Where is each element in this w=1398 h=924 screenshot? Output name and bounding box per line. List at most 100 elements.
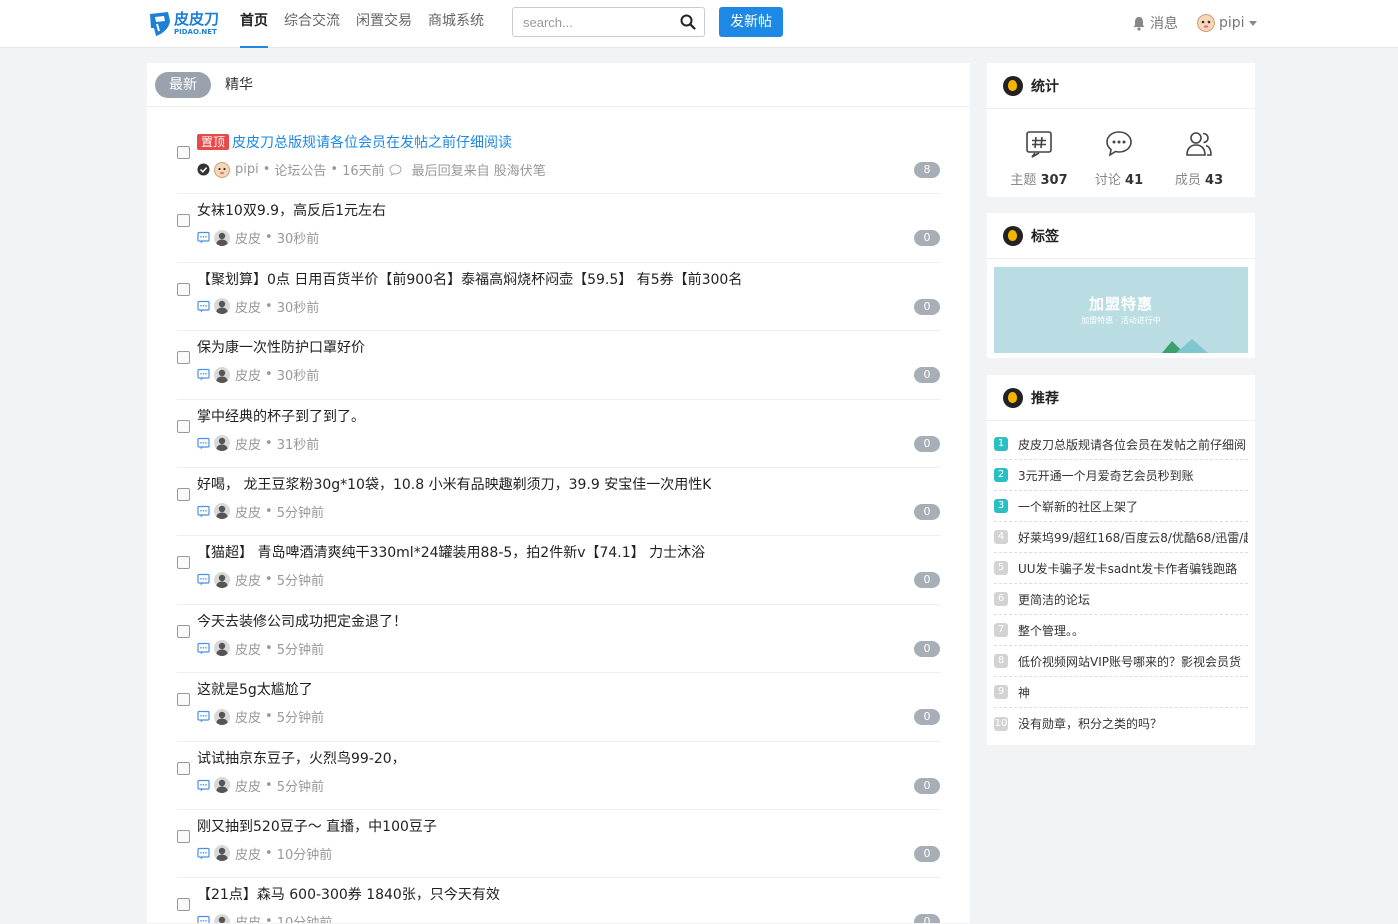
recommended-item[interactable]: 2 3元开通一个月爱奇艺会员秒到账 <box>994 460 1248 491</box>
thread-row[interactable]: 好喝， 龙王豆浆粉30g*10袋，10.8 小米有品映趣剃须刀，39.9 安宝佳… <box>177 468 940 537</box>
recommended-item[interactable]: 7 整个管理。。 <box>994 615 1248 646</box>
author-avatar[interactable] <box>214 777 230 794</box>
new-post-button[interactable]: 发新帖 <box>719 7 783 37</box>
author-avatar[interactable] <box>214 845 230 862</box>
stat-topics[interactable]: 主题 307 <box>999 129 1079 195</box>
nav-shop[interactable]: 商城系统 <box>428 0 484 48</box>
thread-row[interactable]: 保为康一次性防护口罩好价 皮皮 • 30秒前 0 <box>177 331 940 400</box>
thread-checkbox[interactable] <box>177 214 190 228</box>
search-input[interactable] <box>513 8 673 36</box>
thread-checkbox[interactable] <box>177 351 190 365</box>
thread-row[interactable]: 今天去装修公司成功把定金退了！ 皮皮 • 5分钟前 0 <box>177 605 940 674</box>
reply-count-badge: 8 <box>914 162 940 178</box>
thread-author[interactable]: 皮皮 <box>235 365 261 384</box>
author-avatar[interactable] <box>214 571 230 588</box>
thread-row[interactable]: 置顶 皮皮刀总版规请各位会员在发帖之前仔细阅读 pipi • 论坛公告 • 16天前 最后回复… <box>177 126 940 195</box>
thread-title[interactable]: 刚又抽到520豆子～ 直播，中100豆子 <box>197 816 437 836</box>
thread-row[interactable]: 这就是5g太尴尬了 皮皮 • 5分钟前 0 <box>177 673 940 742</box>
thread-checkbox[interactable] <box>177 624 190 638</box>
thread-row[interactable]: 【猫超】 青岛啤酒清爽纯干330ml*24罐装用88-5，拍2件新v【74.1】… <box>177 536 940 605</box>
thread-author[interactable]: 皮皮 <box>235 844 261 863</box>
thread-title[interactable]: 掌中经典的杯子到了到了。 <box>197 406 365 426</box>
thread-row[interactable]: 掌中经典的杯子到了到了。 皮皮 • 31秒前 0 <box>177 400 940 468</box>
thread-title[interactable]: 这就是5g太尴尬了 <box>197 679 313 699</box>
thread-checkbox[interactable] <box>177 898 190 912</box>
author-avatar[interactable] <box>214 708 230 725</box>
thread-checkbox[interactable] <box>177 761 190 775</box>
search-box <box>512 7 705 37</box>
thread-checkbox[interactable] <box>177 693 190 707</box>
recommended-item[interactable]: 6 更简洁的论坛 <box>994 584 1248 615</box>
stat-discussions[interactable]: 讨论 41 <box>1079 129 1159 195</box>
author-avatar[interactable] <box>214 640 230 657</box>
thread-title[interactable]: 置顶 皮皮刀总版规请各位会员在发帖之前仔细阅读 <box>197 132 512 152</box>
author-avatar[interactable] <box>214 298 230 315</box>
author-avatar[interactable] <box>214 161 230 178</box>
author-avatar[interactable] <box>214 503 230 520</box>
tab-featured[interactable]: 精华 <box>211 72 267 98</box>
author-avatar[interactable] <box>214 435 230 452</box>
thread-title[interactable]: 【21点】森马 600-300券 1840张，只今天有效 <box>197 884 500 904</box>
tab-latest[interactable]: 最新 <box>155 71 211 98</box>
thread-checkbox[interactable] <box>177 556 190 570</box>
thread-row[interactable]: 试试抽京东豆子，火烈鸟99-20， 皮皮 • 5分钟前 0 <box>177 742 940 810</box>
recommended-item[interactable]: 3 一个崭新的社区上架了 <box>994 491 1248 522</box>
recommended-item[interactable]: 5 UU发卡骗子发卡sadnt发卡作者骗钱跑路 <box>994 553 1248 584</box>
recommended-item[interactable]: 10 没有勋章，积分之类的吗？ <box>994 708 1248 739</box>
nav-trade[interactable]: 闲置交易 <box>356 0 412 48</box>
recommended-item[interactable]: 1 皮皮刀总版规请各位会员在发帖之前仔细阅 <box>994 429 1248 460</box>
reply-count-badge: 0 <box>914 572 940 589</box>
thread-title[interactable]: 保为康一次性防护口罩好价 <box>197 337 365 357</box>
nav-general[interactable]: 综合交流 <box>284 0 340 48</box>
thread-checkbox[interactable] <box>177 146 190 159</box>
thread-title[interactable]: 试试抽京东豆子，火烈鸟99-20， <box>197 748 406 768</box>
stat-discussions-label: 讨论 <box>1094 173 1121 188</box>
search-icon[interactable] <box>680 14 696 30</box>
thread-title[interactable]: 【猫超】 青岛啤酒清爽纯干330ml*24罐装用88-5，拍2件新v【74.1】… <box>197 542 705 562</box>
stats-header: 统计 <box>987 63 1255 109</box>
thread-title[interactable]: 女袜10双9.9，高反后1元左右 <box>197 200 386 220</box>
recommended-item[interactable]: 8 低价视频网站VIP账号哪来的？影视会员货 <box>994 646 1248 677</box>
author-avatar[interactable] <box>214 229 230 246</box>
thread-author[interactable]: pipi <box>235 162 259 177</box>
author-avatar[interactable] <box>214 366 230 383</box>
thread-author[interactable]: 皮皮 <box>235 434 261 453</box>
thread-title[interactable]: 今天去装修公司成功把定金退了！ <box>197 611 407 631</box>
thread-checkbox[interactable] <box>177 829 190 843</box>
reply-count-badge: 0 <box>914 640 940 657</box>
thread-title-text: 试试抽京东豆子，火烈鸟99-20， <box>197 750 406 767</box>
tag-banner-image[interactable]: 加盟特惠 加盟特惠 · 活动进行中 <box>994 267 1248 353</box>
comment-icon <box>197 369 210 381</box>
thread-author[interactable]: 皮皮 <box>235 228 261 247</box>
thread-title[interactable]: 【聚划算】0点 日用百货半价【前900名】泰福高焖烧杯闷壶【59.5】 有5券【… <box>197 269 742 289</box>
stat-members-label: 成员 <box>1174 173 1201 188</box>
thread-author[interactable]: 皮皮 <box>235 912 261 923</box>
stat-topics-label: 主题 <box>1010 173 1037 188</box>
stat-members[interactable]: 成员 43 <box>1159 129 1239 195</box>
messages-link[interactable]: 消息 <box>1132 13 1178 33</box>
thread-checkbox[interactable] <box>177 282 190 296</box>
thread-row[interactable]: 女袜10双9.9，高反后1元左右 皮皮 • 30秒前 0 <box>177 194 940 263</box>
last-reply-info[interactable]: 最后回复来自 股海伏笔 <box>412 160 546 179</box>
thread-author[interactable]: 皮皮 <box>235 502 261 521</box>
site-logo[interactable]: 皮皮刀 PIDAO.NET <box>148 9 224 39</box>
thread-author[interactable]: 皮皮 <box>235 297 261 316</box>
thread-author[interactable]: 皮皮 <box>235 639 261 658</box>
thread-forum[interactable]: 论坛公告 <box>274 160 326 179</box>
thread-row[interactable]: 刚又抽到520豆子～ 直播，中100豆子 皮皮 • 10分钟前 0 <box>177 810 940 879</box>
thread-author[interactable]: 皮皮 <box>235 707 261 726</box>
nav-home[interactable]: 首页 <box>240 0 268 48</box>
thread-checkbox[interactable] <box>177 487 190 501</box>
thread-row[interactable]: 【聚划算】0点 日用百货半价【前900名】泰福高焖烧杯闷壶【59.5】 有5券【… <box>177 263 940 332</box>
thread-row[interactable]: 【21点】森马 600-300券 1840张，只今天有效皮皮 • 10分钟前 0 <box>177 878 940 923</box>
user-menu[interactable]: pipi <box>1197 12 1257 34</box>
thread-author[interactable]: 皮皮 <box>235 776 261 795</box>
author-avatar[interactable] <box>214 913 230 923</box>
thread-time: 5分钟前 <box>276 574 324 590</box>
thread-author[interactable]: 皮皮 <box>235 570 261 589</box>
reply-count-badge: 0 <box>914 435 940 452</box>
thread-checkbox[interactable] <box>177 419 190 433</box>
recommended-item[interactable]: 9神 <box>994 677 1248 708</box>
recommended-item[interactable]: 4 好莱坞99/超红168/百度云8/优酷68/迅雷/超 <box>994 522 1248 553</box>
thread-title[interactable]: 好喝， 龙王豆浆粉30g*10袋，10.8 小米有品映趣剃须刀，39.9 安宝佳… <box>197 474 711 494</box>
